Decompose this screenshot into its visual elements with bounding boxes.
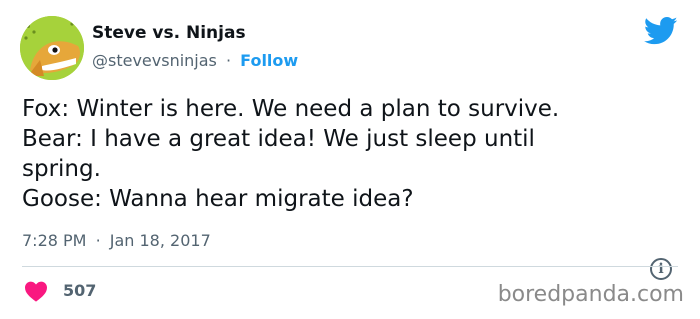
avatar[interactable]	[20, 16, 84, 80]
display-name[interactable]: Steve vs. Ninjas	[92, 23, 246, 43]
user-handle[interactable]: @stevevsninjas	[92, 51, 217, 70]
follow-button[interactable]: Follow	[240, 51, 298, 70]
watermark: boredpanda.com	[497, 282, 684, 307]
fish-avatar-icon	[20, 16, 84, 80]
separator-dot: ·	[95, 231, 101, 250]
info-icon[interactable]: i	[650, 258, 672, 280]
heart-icon[interactable]	[24, 280, 48, 302]
tweet-line: spring.	[22, 156, 101, 182]
tweet-date: Jan 18, 2017	[109, 231, 211, 250]
divider	[22, 266, 678, 267]
tweet-line: Goose: Wanna hear migrate idea?	[22, 186, 414, 212]
tweet-line: Fox: Winter is here. We need a plan to s…	[22, 96, 560, 122]
tweet-timestamp[interactable]: 7:28 PM · Jan 18, 2017	[22, 231, 211, 250]
tweet-time: 7:28 PM	[22, 231, 87, 250]
tweet-line: Bear: I have a great idea! We just sleep…	[22, 126, 535, 152]
twitter-bird-icon[interactable]	[644, 16, 678, 46]
like-count: 507	[63, 281, 97, 300]
tweet-text: Fox: Winter is here. We need a plan to s…	[22, 94, 662, 214]
separator-dot: ·	[225, 51, 232, 70]
handle-row: @stevevsninjas · Follow	[92, 51, 298, 70]
